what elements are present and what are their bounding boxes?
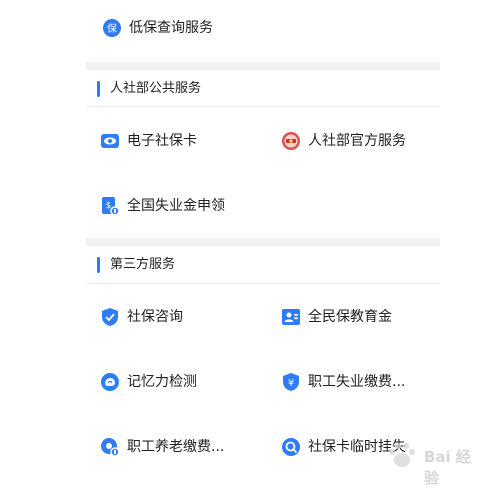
section-gap — [86, 62, 440, 70]
service-item-label: 低保查询服务 — [129, 20, 213, 36]
official-emblem-icon — [281, 131, 301, 151]
shield-icon — [100, 307, 120, 327]
money-document-icon: $ — [100, 196, 120, 216]
service-item-official-service[interactable]: 人社部官方服务 — [281, 126, 451, 156]
service-item-label: 全民保教育金 — [308, 309, 392, 325]
section-header-third-party: 第三方服务 — [86, 246, 440, 286]
divider — [86, 106, 440, 107]
service-item-label: 职工失业缴费... — [308, 374, 406, 390]
service-item-unemployment-claim[interactable]: $ 全国失业金申领 — [100, 191, 270, 221]
service-item-label: 电子社保卡 — [127, 133, 197, 149]
service-item-e-social-card[interactable]: 电子社保卡 — [100, 126, 270, 156]
search-lock-icon — [281, 437, 301, 457]
service-item-social-insurance-consult[interactable]: 社保咨询 — [100, 302, 270, 332]
svg-text:保: 保 — [107, 22, 117, 35]
brain-cloud-icon — [100, 372, 120, 392]
section-gap — [86, 238, 440, 246]
pension-icon — [100, 437, 120, 457]
baidu-watermark: Bai 经验 — [384, 440, 484, 487]
service-item-memory-test[interactable]: 记忆力检测 — [100, 367, 270, 397]
service-item-label: 人社部官方服务 — [308, 133, 406, 149]
section-accent-bar — [97, 81, 100, 97]
service-item-label: 社保咨询 — [127, 309, 183, 325]
section-title: 第三方服务 — [110, 257, 176, 272]
service-item-label: 职工养老缴费... — [127, 439, 225, 455]
shield-bao-icon: 保 — [102, 18, 122, 38]
watermark-text: Bai 经验 — [424, 448, 471, 487]
divider — [86, 283, 440, 284]
svg-text:¥: ¥ — [288, 378, 294, 389]
service-item-low-income-query[interactable]: 保 低保查询服务 — [102, 13, 272, 43]
paw-logo-icon — [389, 443, 415, 467]
service-item-label: 记忆力检测 — [127, 374, 197, 390]
person-card-icon — [281, 307, 301, 327]
yuan-shield-icon: ¥ — [281, 372, 301, 392]
service-item-unemployment-payment[interactable]: ¥ 职工失业缴费... — [281, 367, 451, 397]
section-title: 人社部公共服务 — [110, 81, 202, 96]
eye-card-icon — [100, 131, 120, 151]
section-header-public-services: 人社部公共服务 — [86, 70, 440, 110]
service-item-pension-payment[interactable]: 职工养老缴费... — [100, 432, 270, 462]
service-item-education-fund[interactable]: 全民保教育金 — [281, 302, 451, 332]
service-item-label: 全国失业金申领 — [127, 198, 225, 214]
section-accent-bar — [97, 257, 100, 273]
